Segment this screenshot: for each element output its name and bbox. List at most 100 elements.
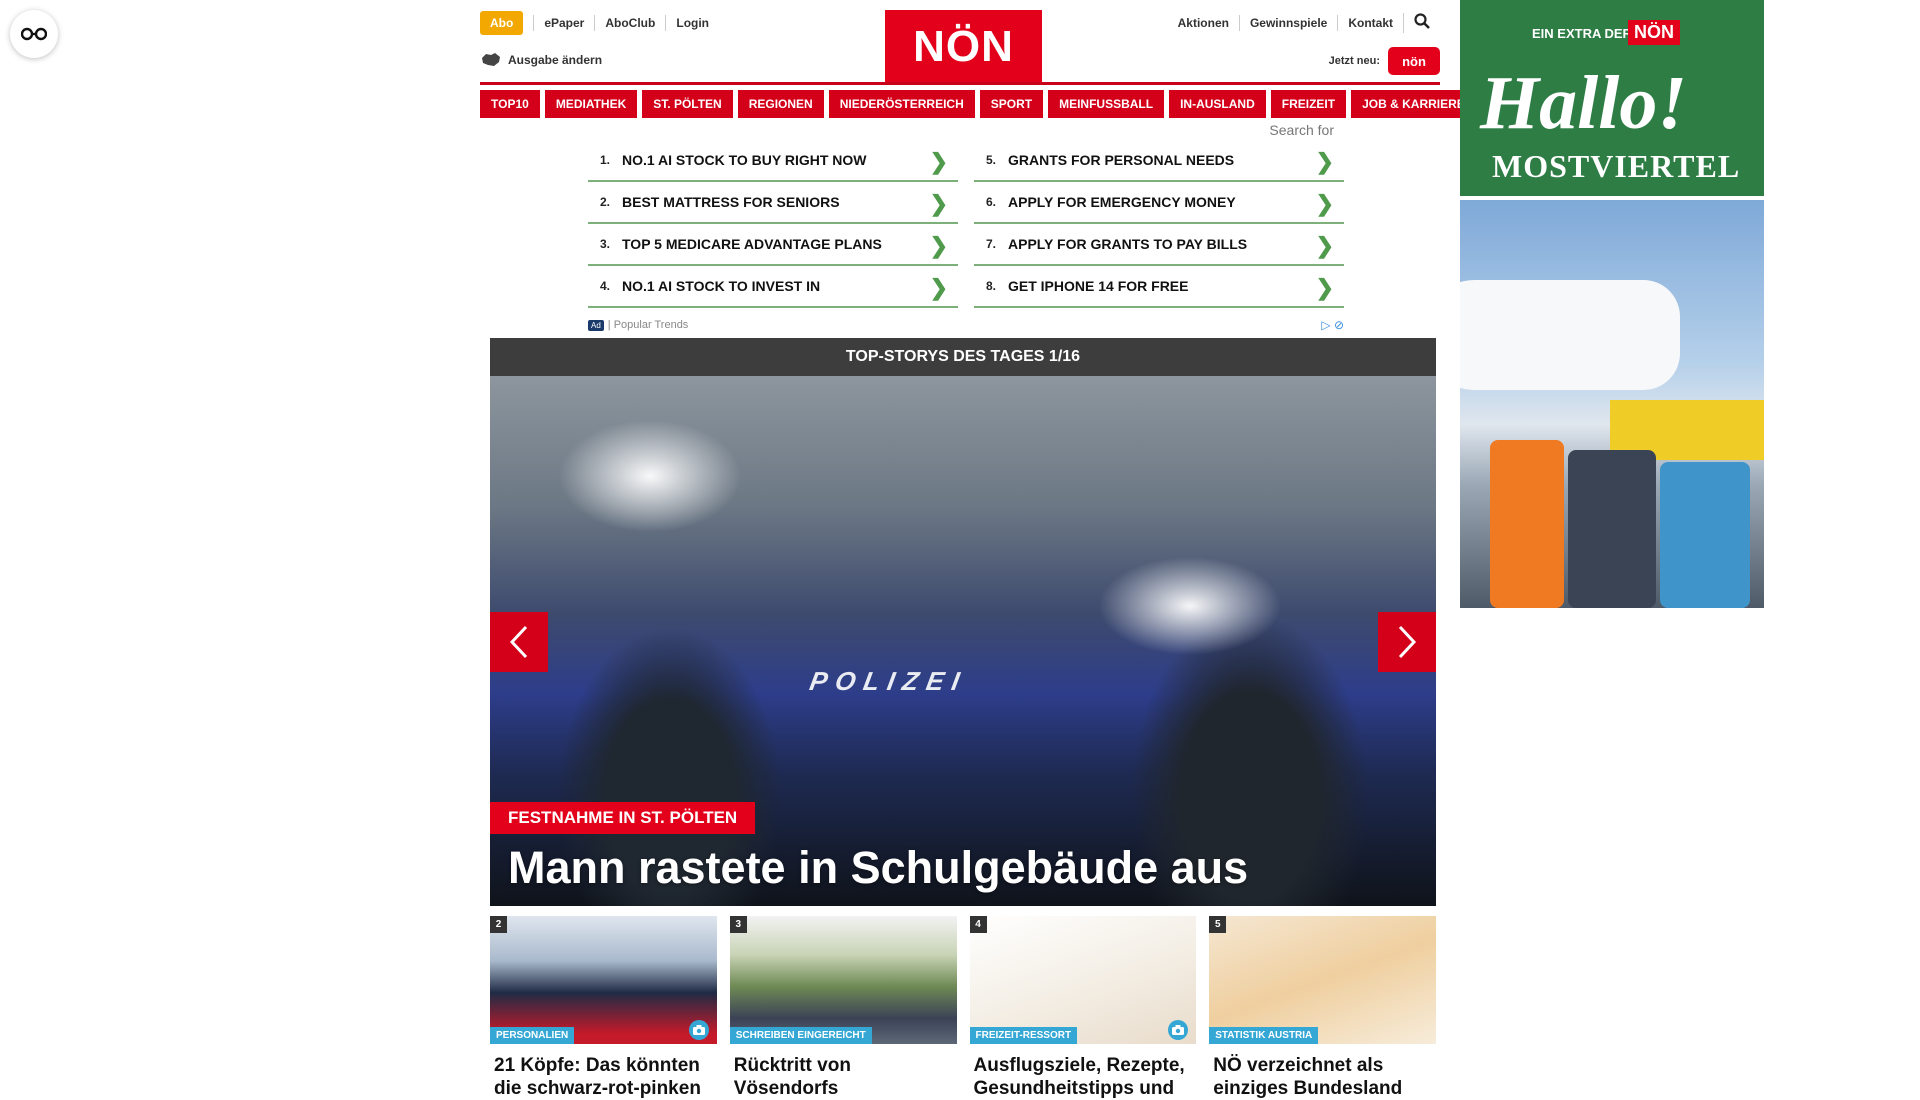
ad-number: 5.	[986, 153, 997, 167]
ad-link[interactable]: 7. APPLY FOR GRANTS TO PAY BILLS ❯	[974, 224, 1344, 266]
chevron-left-icon	[509, 625, 528, 659]
chevron-right-icon: ❯	[929, 149, 948, 174]
nav-st-poelten[interactable]: ST. PÖLTEN	[642, 90, 733, 118]
ad-link[interactable]: 2. BEST MATTRESS FOR SENIORS ❯	[588, 182, 958, 224]
story-headline[interactable]: Mann rastete in Schulgebäude aus	[508, 842, 1248, 894]
teaser-image[interactable]: 3 SCHREIBEN EINGEREICHT	[729, 916, 957, 1044]
story-kicker[interactable]: FESTNAHME IN ST. PÖLTEN	[490, 802, 756, 834]
search-button[interactable]	[1403, 13, 1440, 33]
ad-link[interactable]: 8. GET IPHONE 14 FOR FREE ❯	[974, 266, 1344, 308]
nav-freizeit[interactable]: FREIZEIT	[1270, 90, 1347, 118]
abo-button[interactable]: Abo	[480, 11, 524, 35]
teaser-title[interactable]: 21 Köpfe: Das könnten die schwarz-rot-pi…	[490, 1054, 717, 1100]
ad-text: NO.1 AI STOCK TO BUY RIGHT NOW	[622, 152, 867, 168]
teaser-card[interactable]: 2 PERSONALIEN 21 Köpfe: Das könnten die …	[490, 916, 717, 1100]
nav-niederoesterreich[interactable]: NIEDERÖSTERREICH	[828, 90, 975, 118]
suitcase-orange	[1490, 440, 1564, 608]
ad-link[interactable]: 5. GRANTS FOR PERSONAL NEEDS ❯	[974, 140, 1344, 182]
chevron-right-icon	[1398, 625, 1417, 659]
camera-icon	[1168, 1020, 1189, 1040]
ad-number: 7.	[986, 237, 997, 251]
login-link[interactable]: Login	[665, 15, 719, 31]
teaser-title[interactable]: Rücktritt von Vösendorfs	[730, 1054, 957, 1100]
teaser-category: FREIZEIT-RESSORT	[969, 1027, 1078, 1044]
nav-in-ausland[interactable]: IN-AUSLAND	[1169, 90, 1266, 118]
glasses-icon	[21, 27, 47, 41]
nav-sport[interactable]: SPORT	[979, 90, 1044, 118]
chevron-right-icon: ❯	[1315, 275, 1334, 300]
change-edition-label: Ausgabe ändern	[508, 53, 603, 67]
teaser-image[interactable]: 4 FREIZEIT-RESSORT	[969, 916, 1197, 1044]
teaser-card[interactable]: 3 SCHREIBEN EINGEREICHT Rücktritt von Vö…	[729, 916, 957, 1100]
ad-text: NO.1 AI STOCK TO INVEST IN	[622, 278, 821, 294]
ad-number: 4.	[600, 279, 611, 293]
ad-number: 8.	[986, 279, 997, 293]
teaser-card[interactable]: 4 FREIZEIT-RESSORT Ausflugsziele, Rezept…	[969, 916, 1197, 1100]
nav-regionen[interactable]: REGIONEN	[737, 90, 824, 118]
ad-link[interactable]: 6. APPLY FOR EMERGENCY MONEY ❯	[974, 182, 1344, 224]
nav-top10[interactable]: TOP10	[480, 90, 540, 118]
gewinnspiele-link[interactable]: Gewinnspiele	[1238, 15, 1337, 31]
teaser-category: SCHREIBEN EINGEREICHT	[729, 1027, 872, 1044]
aboclub-link[interactable]: AboClub	[594, 15, 665, 31]
adchoices-icon[interactable]: ▷ ⊘	[1321, 318, 1344, 332]
ad-header: EIN EXTRA DER NÖN Hallo! MOSTVIERTEL	[1460, 0, 1764, 196]
teaser-rank: 3	[729, 916, 747, 933]
search-for-label: Search for	[1269, 122, 1334, 138]
aktionen-link[interactable]: Aktionen	[1168, 15, 1239, 31]
suitcase-blue	[1660, 462, 1750, 608]
teaser-row: 2 PERSONALIEN 21 Köpfe: Das könnten die …	[490, 916, 1436, 1100]
ad-text: GRANTS FOR PERSONAL NEEDS	[1008, 152, 1235, 168]
ad-provider: | Popular Trends	[607, 319, 689, 331]
change-edition[interactable]: Ausgabe ändern	[480, 52, 602, 68]
ad-link[interactable]: 3. TOP 5 MEDICARE ADVANTAGE PLANS ❯	[588, 224, 958, 266]
ad-text: APPLY FOR EMERGENCY MONEY	[1008, 194, 1236, 210]
suitcase-dark	[1568, 450, 1656, 608]
chevron-right-icon: ❯	[929, 275, 948, 300]
search-icon	[1414, 13, 1430, 29]
jetzt-neu: Jetzt neu: nön	[1329, 47, 1440, 75]
top-story-image[interactable]: POLIZEI FESTNAHME IN ST. PÖLTEN Mann ras…	[490, 376, 1436, 906]
ad-text: APPLY FOR GRANTS TO PAY BILLS	[1008, 236, 1248, 252]
ad-link[interactable]: 1. NO.1 AI STOCK TO BUY RIGHT NOW ❯	[588, 140, 958, 182]
ad-noen-logo: NÖN	[1628, 20, 1680, 45]
police-car-lettering: POLIZEI	[807, 666, 970, 696]
teaser-image[interactable]: 5 STATISTIK AUSTRIA	[1209, 916, 1436, 1044]
noen-logo[interactable]: NÖN	[885, 10, 1042, 83]
chevron-right-icon: ❯	[929, 191, 948, 216]
ad-number: 6.	[986, 195, 997, 209]
nav-mediathek[interactable]: MEDIATHEK	[544, 90, 638, 118]
slider-prev-button[interactable]	[490, 612, 548, 672]
airplane-shape	[1460, 280, 1680, 390]
teaser-category: PERSONALIEN	[490, 1027, 575, 1044]
noen-app-logo[interactable]: nön	[1388, 47, 1440, 75]
page-content: Abo ePaper AboClub Login Ausgabe ändern …	[480, 0, 1476, 1099]
nav-job-karriere[interactable]: JOB & KARRIERE	[1351, 90, 1476, 118]
ad-airport-image	[1460, 200, 1764, 608]
jetzt-neu-label: Jetzt neu:	[1328, 55, 1380, 67]
header-right-links: Aktionen Gewinnspiele Kontakt	[1168, 13, 1440, 33]
search-ad-block: Search for 1. NO.1 AI STOCK TO BUY RIGHT …	[480, 118, 1440, 366]
chevron-right-icon: ❯	[1315, 233, 1334, 258]
epaper-link[interactable]: ePaper	[533, 15, 594, 31]
ad-link[interactable]: 4. NO.1 AI STOCK TO INVEST IN ❯	[588, 266, 958, 308]
teaser-image[interactable]: 2 PERSONALIEN	[490, 916, 717, 1044]
ad-hallo-title: Hallo!	[1480, 61, 1687, 145]
teaser-title[interactable]: Ausflugsziele, Rezepte, Gesundheitstipps…	[970, 1054, 1197, 1100]
teaser-title[interactable]: NÖ verzeichnet als einziges Bundesland	[1209, 1054, 1436, 1100]
slider-title: TOP-STORYS DES TAGES 1/16	[490, 338, 1436, 376]
chevron-right-icon: ❯	[929, 233, 948, 258]
ad-badge: Ad	[588, 319, 604, 331]
ad-text: GET IPHONE 14 FOR FREE	[1008, 278, 1189, 294]
teaser-card[interactable]: 5 STATISTIK AUSTRIA NÖ verzeichnet als e…	[1209, 916, 1436, 1100]
ad-mostviertel-title: MOSTVIERTEL	[1492, 148, 1741, 184]
ad-footer: Ad | Popular Trends ▷ ⊘	[588, 318, 1344, 332]
nav-meinfussball[interactable]: MEINFUSSBALL	[1048, 90, 1165, 118]
top-stories-slider: TOP-STORYS DES TAGES 1/16 POLIZEI FESTNA…	[490, 338, 1436, 906]
kontakt-link[interactable]: Kontakt	[1337, 15, 1403, 31]
camera-icon	[688, 1020, 709, 1040]
hallo-mostviertel-ad[interactable]: EIN EXTRA DER NÖN Hallo! MOSTVIERTEL	[1460, 0, 1764, 608]
slider-next-button[interactable]	[1378, 612, 1436, 672]
teaser-rank: 5	[1209, 916, 1227, 933]
reader-mode-toggle[interactable]	[10, 10, 58, 58]
